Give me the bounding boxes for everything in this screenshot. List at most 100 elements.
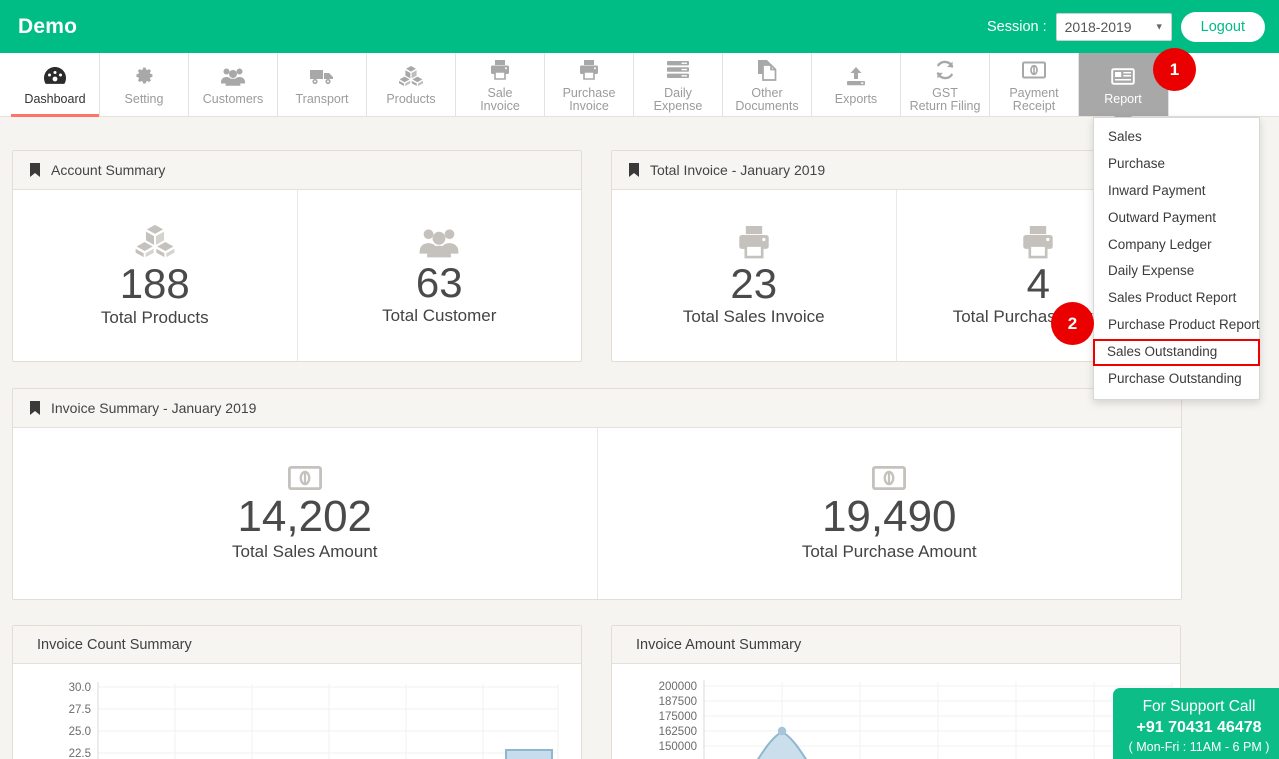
nav-label: Dashboard — [24, 92, 86, 107]
printer-icon — [1020, 224, 1056, 259]
nav-item-daily-expense[interactable]: Daily Expense — [634, 53, 723, 116]
nav-label: Report — [1104, 92, 1142, 107]
invoice-count-summary-panel: Invoice Count Summary 30.0 27.5 25.0 22.… — [12, 625, 582, 759]
nav-item-purchase-invoice[interactable]: Purchase Invoice — [545, 53, 634, 116]
stat-label: Total Purchase Amount — [801, 541, 977, 561]
nav-item-products[interactable]: Products — [367, 53, 456, 116]
stat-label: Total Sales Amount — [231, 541, 378, 561]
nav-label-2: Documents — [735, 99, 799, 113]
invoice-amount-summary-panel: Invoice Amount Summary 200000 187500 175… — [611, 625, 1181, 759]
nav-label: Transport — [295, 92, 349, 107]
nav-label-2: Expense — [653, 99, 703, 113]
app-root: Demo Session : 2018-2019 ▼ Logout Dashbo… — [0, 0, 1279, 759]
stat-total-purchase-amount: 19,490 Total Purchase Amount — [596, 428, 1182, 599]
printer-icon — [489, 58, 511, 82]
stat-total-sales-invoice: 23 Total Sales Invoice — [612, 190, 896, 361]
card-body: 188 Total Products 63 Total Customer — [13, 190, 581, 361]
card-title: Account Summary — [51, 162, 166, 178]
nav-item-gst-return-filing[interactable]: GST Return Filing — [901, 53, 990, 116]
svg-text:150000: 150000 — [659, 741, 697, 753]
menu-item-purchase-outstanding[interactable]: Purchase Outstanding — [1094, 366, 1259, 393]
nav-label: Setting — [124, 92, 164, 107]
nav-item-other-documents[interactable]: Other Documents — [723, 53, 812, 116]
menu-item-outward-payment[interactable]: Outward Payment — [1094, 205, 1259, 232]
session-label: Session : — [986, 18, 1047, 35]
nav-item-dashboard[interactable]: Dashboard — [11, 53, 100, 117]
nav-label: Purchase — [562, 85, 616, 100]
nav-item-exports[interactable]: Exports — [812, 53, 901, 116]
support-phone-number: +91 70431 46478 — [1136, 718, 1262, 736]
session-selected-value: 2018-2019 — [1064, 18, 1132, 35]
printer-icon — [736, 224, 772, 259]
printer-icon — [578, 58, 600, 82]
nav-left-spacer — [0, 53, 11, 116]
money-icon — [1022, 58, 1046, 82]
card-header: Account Summary — [13, 151, 581, 190]
menu-item-sales-product-report[interactable]: Sales Product Report — [1094, 285, 1259, 312]
nav-label: Payment — [1009, 85, 1059, 100]
session-controls: Session : 2018-2019 ▼ Logout — [986, 11, 1265, 42]
stat-value: 23 — [730, 259, 778, 307]
bookmark-icon — [628, 162, 640, 178]
nav-label-2: Return Filing — [909, 99, 981, 113]
step-badge-1: 1 — [1153, 48, 1196, 91]
nav-label: Exports — [834, 92, 878, 107]
nav-label: Products — [386, 92, 436, 107]
card-body: 14,202 Total Sales Amount 19,490 Total P… — [13, 428, 1181, 599]
menu-item-sales-outstanding[interactable]: Sales Outstanding — [1093, 339, 1260, 366]
session-select[interactable]: 2018-2019 ▼ — [1055, 12, 1172, 41]
logout-button[interactable]: Logout — [1180, 11, 1265, 42]
users-icon — [220, 64, 246, 88]
svg-text:175000: 175000 — [659, 711, 697, 723]
svg-text:27.5: 27.5 — [69, 704, 91, 716]
nav-item-sale-invoice[interactable]: Sale Invoice — [456, 53, 545, 116]
newspaper-icon — [1111, 64, 1135, 88]
invoice-summary-card: Invoice Summary - January 2019 14,202 To… — [12, 388, 1182, 600]
svg-text:25.0: 25.0 — [69, 726, 91, 738]
truck-icon — [309, 64, 335, 88]
nav-item-setting[interactable]: Setting — [100, 53, 189, 116]
svg-text:162500: 162500 — [659, 726, 697, 738]
account-summary-card: Account Summary 188 Total Products 63 To… — [12, 150, 582, 362]
chart-title: Invoice Count Summary — [13, 626, 581, 664]
nav-item-transport[interactable]: Transport — [278, 53, 367, 116]
svg-text:22.5: 22.5 — [69, 748, 91, 759]
nav-label: Customers — [202, 92, 264, 107]
money-icon — [287, 465, 322, 491]
users-icon — [418, 225, 460, 258]
bar-chart-svg: 30.0 27.5 25.0 22.5 — [69, 682, 559, 759]
nav-item-payment-receipt[interactable]: Payment Receipt — [990, 53, 1079, 116]
stat-value: 188 — [119, 260, 190, 308]
stat-value: 14,202 — [237, 492, 373, 542]
support-hours: ( Mon-Fri : 11AM - 6 PM ) — [1128, 739, 1270, 754]
documents-icon — [756, 58, 778, 82]
stat-total-sales-amount: 14,202 Total Sales Amount — [13, 428, 597, 599]
stat-value: 63 — [415, 258, 463, 306]
stat-label: Total Customer — [382, 306, 497, 326]
stat-total-customer: 63 Total Customer — [296, 190, 582, 361]
upload-icon — [845, 64, 867, 88]
dashboard-icon — [43, 64, 67, 88]
menu-item-sales[interactable]: Sales — [1094, 124, 1259, 151]
card-title: Invoice Summary - January 2019 — [51, 400, 257, 416]
menu-item-inward-payment[interactable]: Inward Payment — [1094, 178, 1259, 205]
support-line-1: For Support Call — [1142, 698, 1256, 715]
menu-item-company-ledger[interactable]: Company Ledger — [1094, 232, 1259, 259]
money-icon — [872, 465, 907, 491]
top-header-bar: Demo Session : 2018-2019 ▼ Logout — [0, 0, 1279, 53]
area-chart-svg: 200000 187500 175000 162500 150000 — [659, 680, 1173, 759]
menu-item-daily-expense[interactable]: Daily Expense — [1094, 258, 1259, 285]
refresh-icon — [934, 58, 956, 82]
svg-text:200000: 200000 — [659, 681, 697, 693]
nav-label: Sale — [487, 85, 513, 100]
invoice-count-chart: 30.0 27.5 25.0 22.5 — [13, 664, 581, 759]
boxes-icon — [398, 64, 424, 88]
chevron-down-icon: ▼ — [1154, 21, 1164, 31]
nav-label: GST — [932, 85, 958, 100]
nav-item-customers[interactable]: Customers — [189, 53, 278, 116]
bookmark-icon — [29, 162, 41, 178]
menu-item-purchase-product-report[interactable]: Purchase Product Report — [1094, 312, 1260, 339]
menu-item-purchase[interactable]: Purchase — [1094, 151, 1259, 178]
svg-text:187500: 187500 — [659, 696, 697, 708]
support-call-widget[interactable]: For Support Call +91 70431 46478 ( Mon-F… — [1113, 688, 1279, 759]
